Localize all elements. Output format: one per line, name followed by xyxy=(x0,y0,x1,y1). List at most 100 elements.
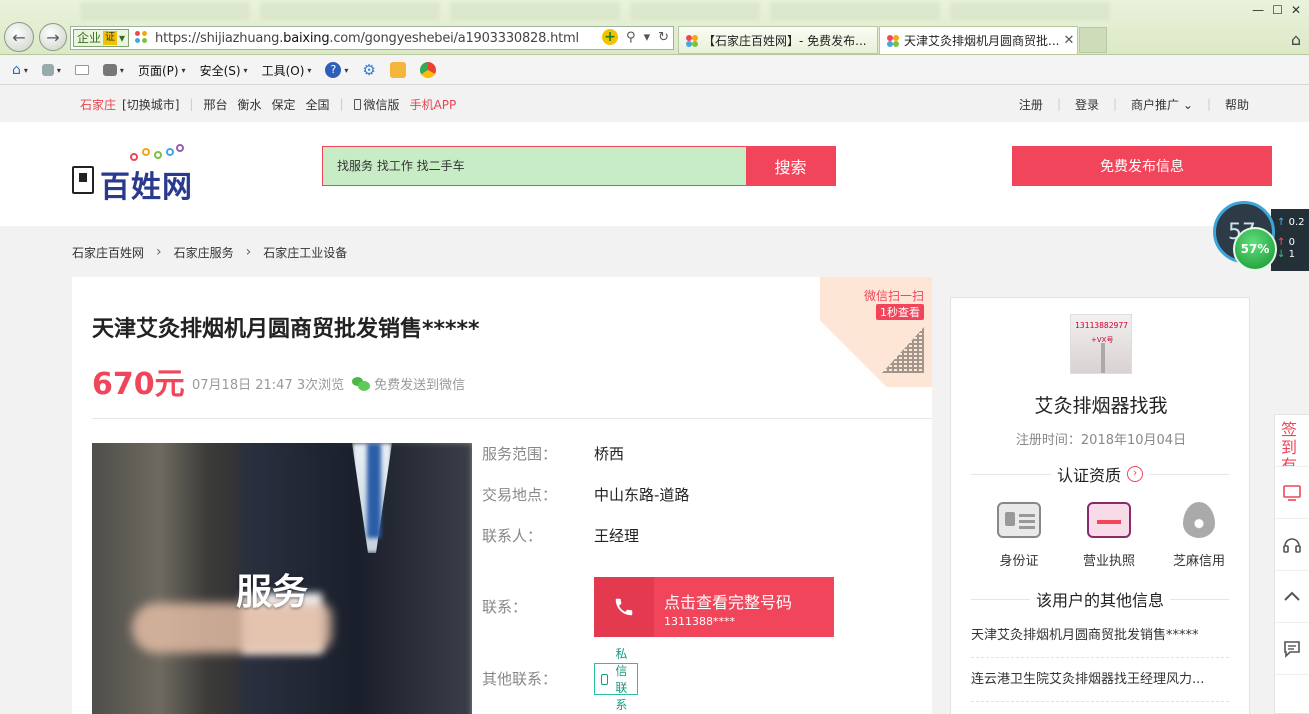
divider: | xyxy=(339,97,344,111)
city-link-hengshui[interactable]: 衡水 xyxy=(237,96,261,113)
safety-menu-label: 安全(S) xyxy=(199,63,241,78)
baixing-logo[interactable]: 百姓网 xyxy=(72,144,212,205)
qr-second-badge: 1秒查看 xyxy=(876,304,924,320)
maximize-icon[interactable]: ☐ xyxy=(1272,3,1283,17)
cert-label: 芝麻信用 xyxy=(1172,554,1225,569)
compat-plus-icon[interactable]: + xyxy=(602,29,619,45)
breadcrumb-item[interactable]: 石家庄工业设备 xyxy=(263,244,347,261)
qr-scan-label: 微信扫一扫 xyxy=(863,289,924,303)
listing-photo[interactable]: 服务 xyxy=(92,443,472,714)
register-link[interactable]: 注册 xyxy=(1019,96,1043,113)
home-toolbar-button[interactable]: ⌂ ▾ xyxy=(8,62,32,78)
monitor-icon xyxy=(1283,484,1301,501)
search-button[interactable]: 搜索 xyxy=(746,147,835,185)
city-link-baoding[interactable]: 保定 xyxy=(271,96,295,113)
dropdown-icon: ▾ xyxy=(243,65,248,75)
reveal-phone-button[interactable]: 点击查看完整号码 1311388**** xyxy=(594,577,834,637)
tools-menu-label: 工具(O) xyxy=(261,63,305,78)
verified-badge[interactable]: 企业 证 ▾ xyxy=(73,29,130,47)
mail-button[interactable] xyxy=(71,65,93,75)
tab-favicon-icon xyxy=(886,34,900,48)
back-to-top-button[interactable] xyxy=(1275,571,1309,623)
print-button[interactable]: ▾ xyxy=(99,64,128,76)
home-icon[interactable]: ⌂ xyxy=(1291,30,1301,49)
field-key: 联系人： xyxy=(482,527,543,545)
city-link-national[interactable]: 全国 xyxy=(305,96,329,113)
new-tab-button[interactable] xyxy=(1079,27,1107,53)
seller-name[interactable]: 艾灸排烟器找我 xyxy=(951,391,1249,418)
publish-side-button[interactable] xyxy=(1275,467,1309,519)
close-tab-icon[interactable]: ✕ xyxy=(1059,33,1074,48)
publish-button[interactable]: 免费发布信息 xyxy=(1012,146,1272,186)
upload-arrow-icon: ↑ xyxy=(1277,217,1286,228)
minimize-icon[interactable]: — xyxy=(1252,3,1264,17)
sign-in-button[interactable]: 签到有 xyxy=(1275,415,1309,467)
tab-favicon-icon xyxy=(685,34,699,48)
feeds-button[interactable]: ▾ xyxy=(38,64,65,76)
chevron-right-circle-icon[interactable]: › xyxy=(1127,466,1144,482)
send-to-wechat-link[interactable]: 免费发送到微信 xyxy=(352,374,465,393)
cert-business-license[interactable]: 营业执照 xyxy=(1079,502,1139,569)
tools-menu[interactable]: 工具(O) ▾ xyxy=(258,62,316,79)
field-key: 联系： xyxy=(482,598,528,616)
close-window-icon[interactable]: ✕ xyxy=(1291,3,1301,17)
help-link[interactable]: 帮助 xyxy=(1225,96,1249,113)
reveal-phone-text: 点击查看完整号码 1311388**** xyxy=(654,577,792,637)
field-key: 交易地点： xyxy=(482,486,558,504)
field-value: 王经理 xyxy=(594,527,640,545)
translate-icon xyxy=(389,62,406,78)
page-menu[interactable]: 页面(P) ▾ xyxy=(134,62,190,79)
tab-listing[interactable]: 天津艾灸排烟机月圆商贸批... ✕ xyxy=(879,26,1078,54)
settings-button[interactable]: ⚙ xyxy=(358,61,379,79)
help-button[interactable]: ? ▾ xyxy=(321,62,352,78)
cert-id-card[interactable]: 身份证 xyxy=(989,502,1049,569)
cert-list: 身份证 营业执照 芝麻信用 xyxy=(989,502,1229,569)
refresh-icon[interactable]: ↻ xyxy=(658,30,669,45)
mail-icon xyxy=(74,65,89,75)
site-favicon-icon xyxy=(135,31,149,45)
merchant-promo-menu[interactable]: 商户推广 ⌄ xyxy=(1131,96,1193,113)
usage-percent: 57% xyxy=(1240,242,1270,256)
wechat-qr-corner[interactable]: 微信扫一扫 1秒查看 xyxy=(820,277,932,387)
tab-baixing-home[interactable]: 【石家庄百姓网】- 免费发布... xyxy=(678,26,878,54)
translate-button[interactable] xyxy=(386,62,410,78)
search-icon[interactable]: ⚲ xyxy=(626,30,636,45)
cert-sesame-credit[interactable]: 芝麻信用 xyxy=(1169,502,1229,569)
private-message-button[interactable]: 私信联系 xyxy=(594,647,639,712)
photo-tie xyxy=(367,443,381,538)
mobile-app-link[interactable]: 手机APP xyxy=(410,96,457,113)
customer-service-button[interactable] xyxy=(1275,519,1309,571)
feedback-button[interactable] xyxy=(1275,623,1309,675)
switch-city-link[interactable]: [切换城市] xyxy=(122,96,179,113)
seller-avatar[interactable]: 13113882977 +VX号 xyxy=(1070,314,1132,374)
cert-label: 身份证 xyxy=(999,554,1039,569)
dropdown-icon: ▾ xyxy=(23,65,28,75)
send-to-wechat-label: 免费发送到微信 xyxy=(374,378,466,393)
other-listing-link[interactable]: 天津艾灸排烟机月圆商贸批发销售***** xyxy=(971,614,1229,658)
cert-title-label: 认证资质 xyxy=(1057,466,1122,485)
search-box: 搜索 xyxy=(322,146,836,186)
city-link-xingtai[interactable]: 邢台 xyxy=(203,96,227,113)
chevron-down-icon: ⌄ xyxy=(1179,97,1193,112)
search-input[interactable] xyxy=(323,147,746,185)
help-icon: ? xyxy=(325,62,342,78)
wechat-version-link[interactable]: 微信版 xyxy=(353,96,400,113)
breadcrumb-item[interactable]: 石家庄百姓网 xyxy=(72,244,144,261)
back-button[interactable]: ← xyxy=(4,22,34,52)
forward-button[interactable]: → xyxy=(39,23,67,51)
divider: | xyxy=(1056,97,1061,111)
other-listing-link[interactable]: 连云港卫生院艾灸排烟器找王经理风力... xyxy=(971,658,1229,702)
divider: | xyxy=(189,97,194,111)
address-bar[interactable]: 企业 证 ▾ https://shijiazhuang.baixing.com/… xyxy=(70,26,674,50)
login-link[interactable]: 登录 xyxy=(1075,96,1099,113)
rss-icon xyxy=(41,64,54,76)
masked-phone-number: 1311388**** xyxy=(664,615,735,628)
dropdown-icon[interactable]: ▾ xyxy=(644,30,651,45)
window-controls: — ☐ ✕ xyxy=(1252,3,1301,17)
extension-button[interactable] xyxy=(416,62,440,78)
safety-menu[interactable]: 安全(S) ▾ xyxy=(196,62,252,79)
network-speed-widget[interactable]: ↑ 0.2 ↑ 0 ↓ 1 57 57% xyxy=(1213,201,1309,273)
background-tabs xyxy=(80,0,1230,22)
breadcrumb-item[interactable]: 石家庄服务 xyxy=(174,244,234,261)
divider xyxy=(92,418,932,419)
